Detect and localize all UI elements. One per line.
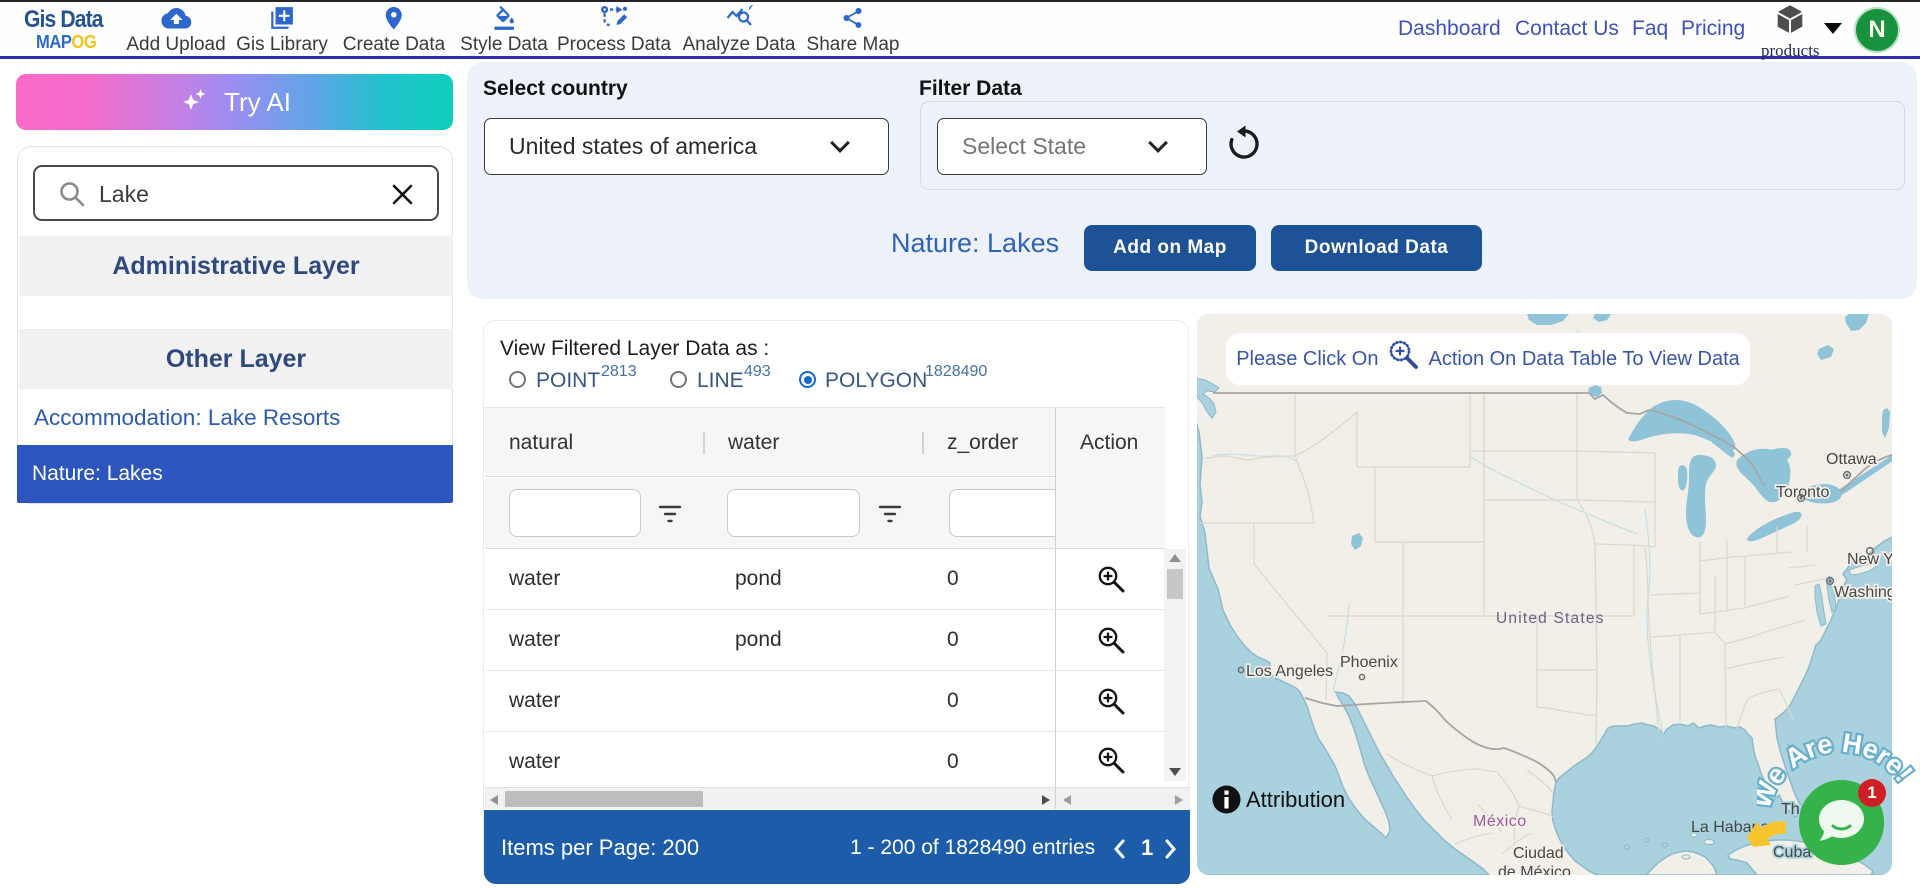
svg-text:New Yor: New Yor <box>1847 551 1892 568</box>
svg-text:Washington: Washington <box>1834 584 1892 601</box>
svg-text:Toronto: Toronto <box>1776 484 1829 501</box>
svg-text:Ottawa: Ottawa <box>1826 451 1877 468</box>
svg-text:Los Angeles: Los Angeles <box>1246 663 1333 680</box>
svg-text:Ciudad: Ciudad <box>1513 845 1564 862</box>
svg-text:México: México <box>1473 813 1527 830</box>
svg-text:de México: de México <box>1498 864 1571 875</box>
svg-text:Phoenix: Phoenix <box>1340 654 1398 671</box>
svg-text:United States: United States <box>1496 610 1605 627</box>
